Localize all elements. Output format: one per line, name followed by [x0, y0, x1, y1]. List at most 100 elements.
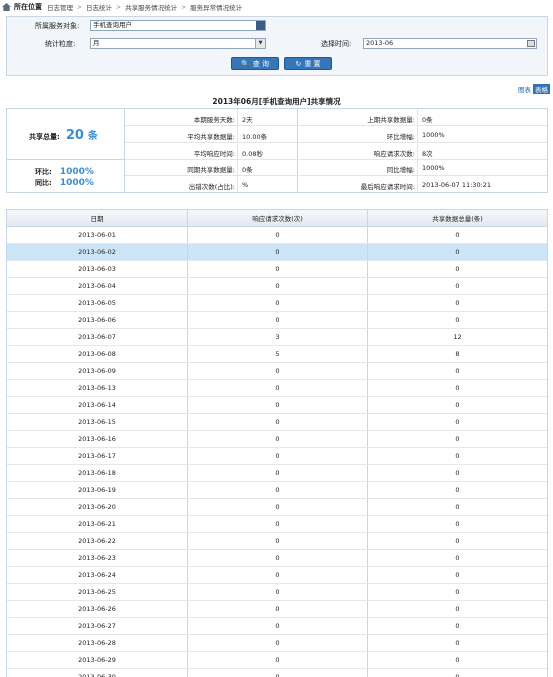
table-row[interactable]: 2013-06-07 3 12: [7, 329, 547, 346]
table-row[interactable]: 2013-06-14 0 0: [7, 397, 547, 414]
summary-key: 环比增幅:: [386, 133, 415, 141]
table-row[interactable]: 2013-06-22 0 0: [7, 533, 547, 550]
total-value: 20: [65, 128, 84, 143]
shared-cell: 0: [367, 499, 547, 515]
granularity-select[interactable]: 月 ▼: [90, 38, 266, 49]
chart-view-link[interactable]: 图表: [518, 84, 531, 94]
refresh-icon: ↻: [295, 59, 302, 68]
requests-cell: 0: [187, 312, 367, 328]
view-switch: 图表 表格: [518, 84, 550, 94]
date-cell: 2013-06-09: [78, 367, 116, 375]
date-cell: 2013-06-02: [78, 248, 116, 256]
requests-cell: 0: [187, 397, 367, 413]
table-view-link[interactable]: 表格: [533, 84, 550, 94]
column-header-requests[interactable]: 响应请求次数(次): [187, 210, 367, 226]
summary-value: 10.00条: [242, 133, 268, 141]
date-cell: 2013-06-26: [78, 605, 116, 613]
table-row[interactable]: 2013-06-30 0 0: [7, 669, 547, 677]
breadcrumb-item[interactable]: 日志统计: [86, 2, 112, 12]
breadcrumb-item[interactable]: 日志管理: [47, 2, 73, 12]
shared-cell: 0: [367, 244, 547, 260]
table-row[interactable]: 2013-06-27 0 0: [7, 618, 547, 635]
date-cell: 2013-06-25: [78, 588, 116, 596]
shared-cell: 0: [367, 312, 547, 328]
requests-cell: 0: [187, 244, 367, 260]
query-button[interactable]: 🔍 查 询: [231, 57, 279, 70]
breadcrumb-item[interactable]: 共享服务情况统计: [125, 2, 177, 12]
date-cell: 2013-06-22: [78, 537, 116, 545]
requests-cell: 0: [187, 295, 367, 311]
table-row[interactable]: 2013-06-13 0 0: [7, 380, 547, 397]
table-row[interactable]: 2013-06-28 0 0: [7, 635, 547, 652]
hb-ratio: 环比: 1000%: [35, 167, 94, 177]
requests-cell: 0: [187, 431, 367, 447]
breadcrumb-item[interactable]: 服务异常情况统计: [190, 2, 242, 12]
requests-cell: 0: [187, 414, 367, 430]
shared-cell: 0: [367, 363, 547, 379]
breadcrumb-separator: >: [77, 3, 83, 11]
table-row[interactable]: 2013-06-23 0 0: [7, 550, 547, 567]
table-row[interactable]: 2013-06-20 0 0: [7, 499, 547, 516]
picker-icon[interactable]: [256, 21, 265, 30]
filter-panel: 所属服务对象: 手机查询用户 统计粒度: 月 ▼ 选择时间: 2013-06 🔍…: [6, 16, 548, 76]
shared-cell: 0: [367, 669, 547, 677]
table-row[interactable]: 2013-06-08 5 8: [7, 346, 547, 363]
date-cell: 2013-06-07: [78, 333, 116, 341]
daily-stats-table: 日期 响应请求次数(次) 共享数据总量(条) 2013-06-01 0 0 2013-…: [6, 209, 548, 677]
table-row[interactable]: 2013-06-06 0 0: [7, 312, 547, 329]
date-cell: 2013-06-13: [78, 384, 116, 392]
column-header-shared[interactable]: 共享数据总量(条): [367, 210, 547, 226]
table-row[interactable]: 2013-06-19 0 0: [7, 482, 547, 499]
requests-cell: 0: [187, 618, 367, 634]
breadcrumb-label: 所在位置: [14, 3, 42, 11]
shared-cell: 8: [367, 346, 547, 362]
requests-cell: 0: [187, 448, 367, 464]
table-row[interactable]: 2013-06-21 0 0: [7, 516, 547, 533]
table-row[interactable]: 2013-06-09 0 0: [7, 363, 547, 380]
service-object-value: 手机查询用户: [93, 21, 132, 29]
table-row[interactable]: 2013-06-05 0 0: [7, 295, 547, 312]
service-object-label: 所属服务对象:: [35, 22, 80, 30]
shared-cell: 0: [367, 278, 547, 294]
requests-cell: 0: [187, 465, 367, 481]
requests-cell: 0: [187, 380, 367, 396]
table-row[interactable]: 2013-06-03 0 0: [7, 261, 547, 278]
shared-cell: 0: [367, 465, 547, 481]
summary-panel: 共享总量: 20 条 环比: 1000% 同比: 1000% 本期服务天数: 2…: [6, 108, 548, 193]
tb-value: 1000%: [59, 178, 94, 188]
table-row[interactable]: 2013-06-29 0 0: [7, 652, 547, 669]
table-row[interactable]: 2013-06-04 0 0: [7, 278, 547, 295]
date-cell: 2013-06-18: [78, 469, 116, 477]
table-row[interactable]: 2013-06-16 0 0: [7, 431, 547, 448]
table-row[interactable]: 2013-06-02 0 0: [7, 244, 547, 261]
table-row[interactable]: 2013-06-18 0 0: [7, 465, 547, 482]
service-object-field[interactable]: 手机查询用户: [90, 20, 266, 31]
table-row[interactable]: 2013-06-15 0 0: [7, 414, 547, 431]
summary-key: 平均共享数据量:: [187, 133, 235, 141]
date-cell: 2013-06-28: [78, 639, 116, 647]
chevron-down-icon[interactable]: ▼: [255, 39, 265, 48]
requests-cell: 0: [187, 261, 367, 277]
date-cell: 2013-06-17: [78, 452, 116, 460]
shared-cell: 0: [367, 295, 547, 311]
requests-cell: 0: [187, 550, 367, 566]
column-header-date[interactable]: 日期: [7, 210, 187, 226]
date-cell: 2013-06-05: [78, 299, 116, 307]
summary-row: 同期共享数据量: 0条 同比增幅: 1000%: [125, 159, 547, 176]
time-input[interactable]: 2013-06: [363, 38, 537, 49]
requests-cell: 0: [187, 278, 367, 294]
hb-value: 1000%: [59, 167, 94, 177]
calendar-icon[interactable]: [527, 40, 535, 47]
shared-cell: 0: [367, 397, 547, 413]
reset-button[interactable]: ↻ 重 置: [284, 57, 332, 70]
table-row[interactable]: 2013-06-01 0 0: [7, 227, 547, 244]
table-row[interactable]: 2013-06-25 0 0: [7, 584, 547, 601]
table-row[interactable]: 2013-06-17 0 0: [7, 448, 547, 465]
shared-cell: 0: [367, 414, 547, 430]
table-row[interactable]: 2013-06-26 0 0: [7, 601, 547, 618]
date-cell: 2013-06-15: [78, 418, 116, 426]
summary-value: 0.08秒: [242, 150, 263, 158]
table-row[interactable]: 2013-06-24 0 0: [7, 567, 547, 584]
total-label: 共享总量:: [29, 133, 60, 141]
table-body: 2013-06-01 0 0 2013-06-02 0 0 2013-06-03 0 0 2013…: [7, 227, 547, 677]
